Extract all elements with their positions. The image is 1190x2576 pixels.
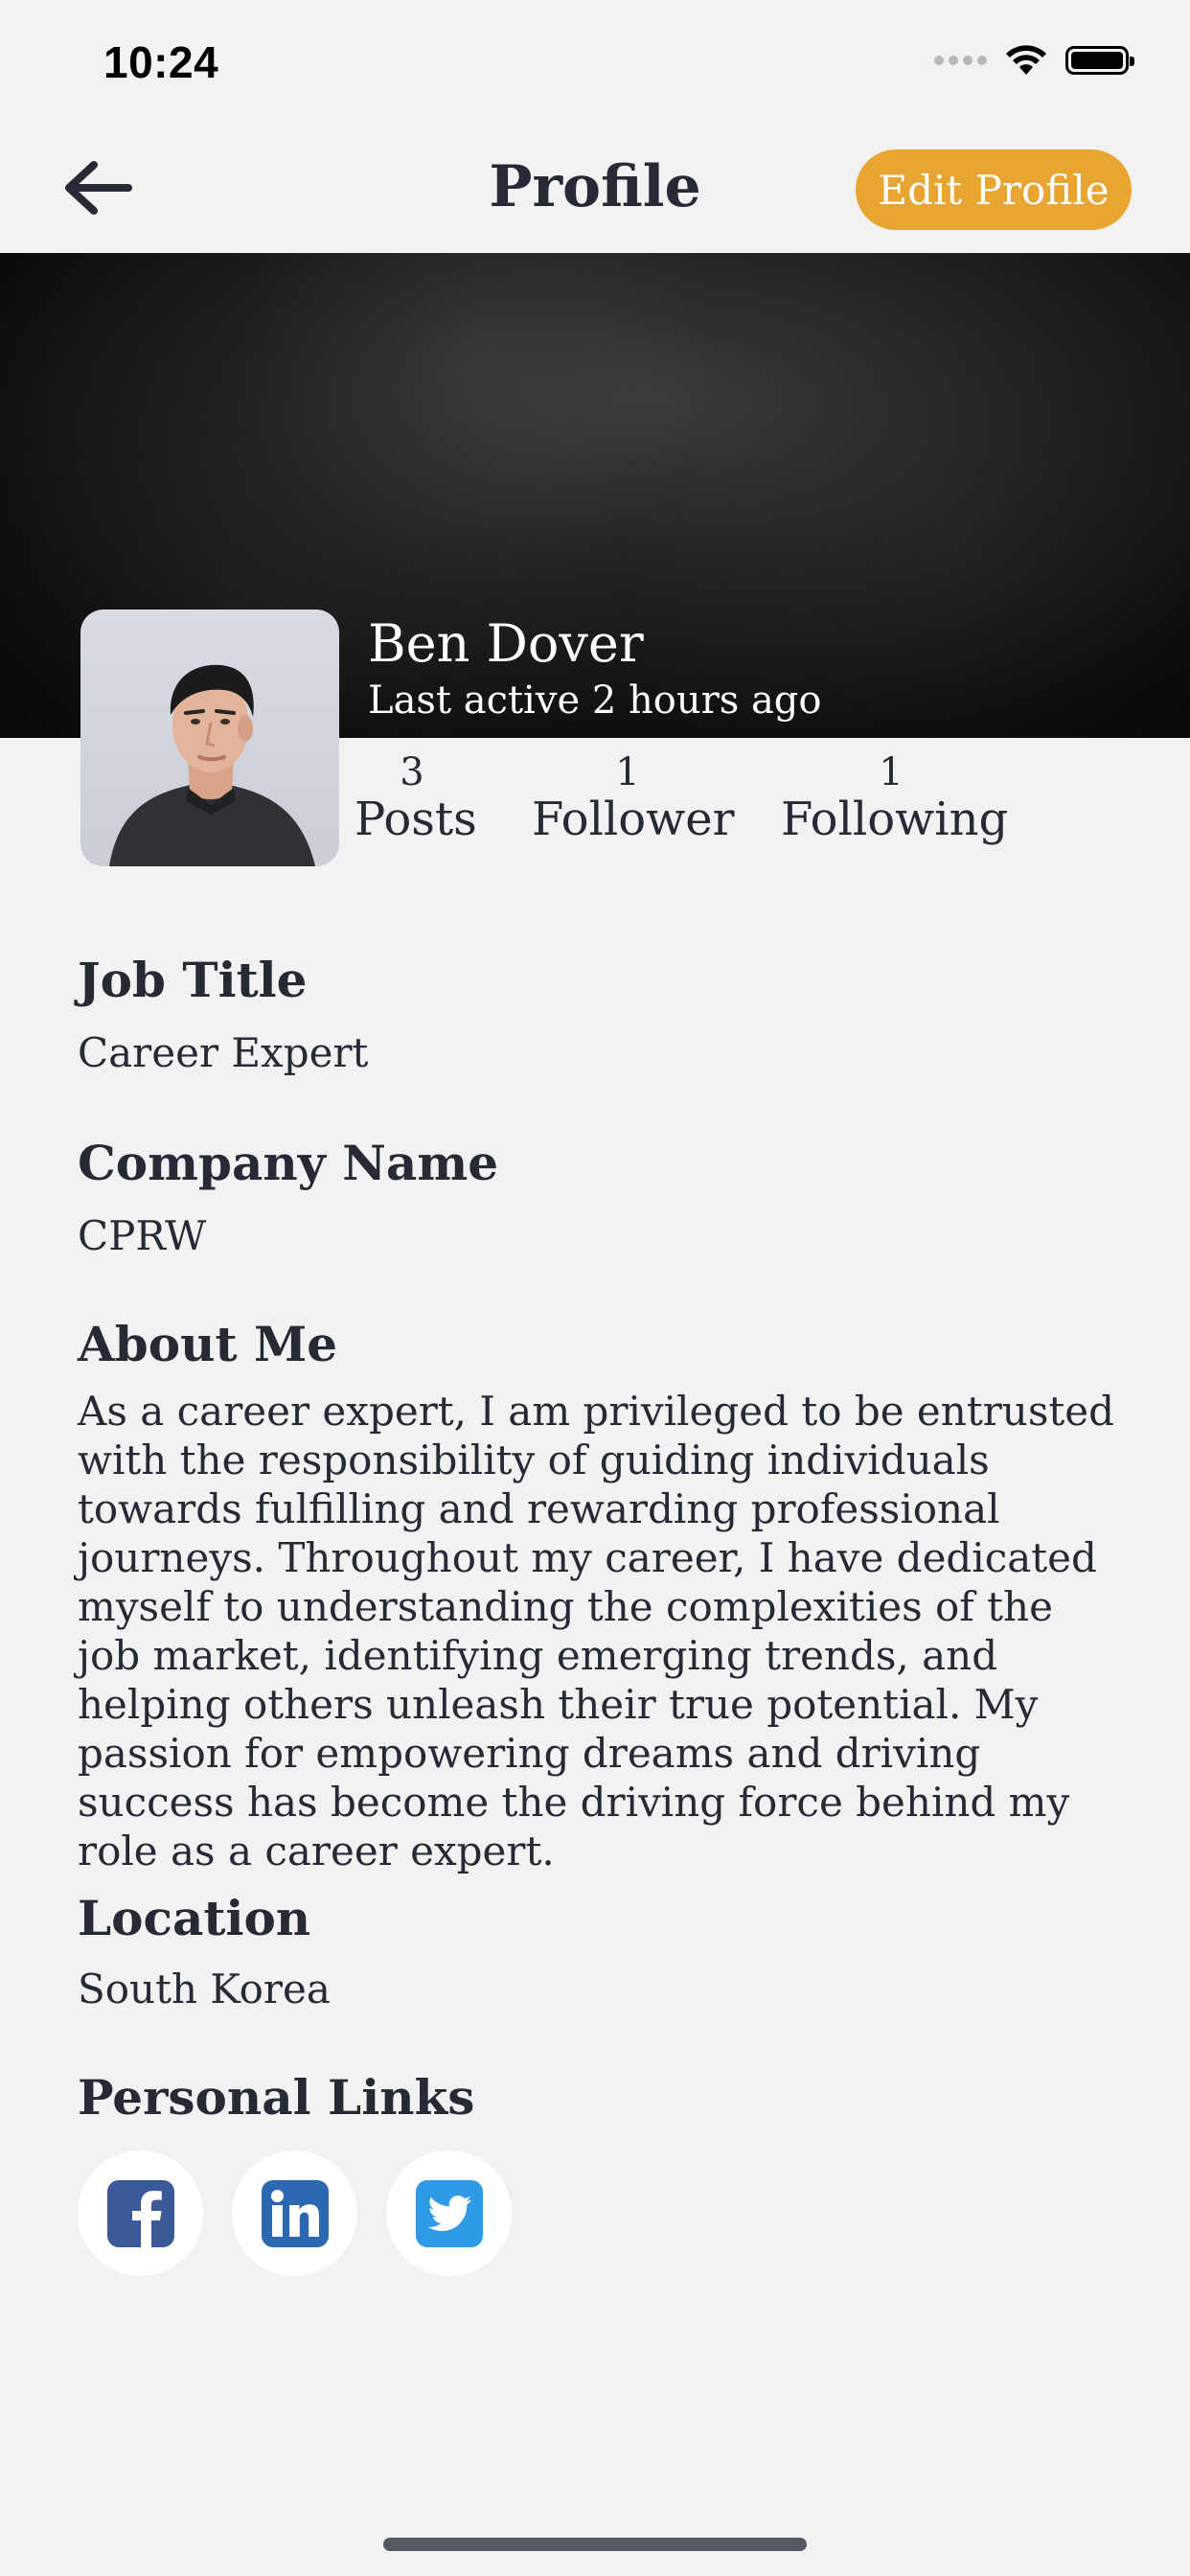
linkedin-link-button[interactable] [232, 2150, 357, 2276]
company-name-value: CPRW [78, 1212, 207, 1259]
wifi-icon [1006, 45, 1046, 75]
facebook-icon [106, 2179, 174, 2247]
home-indicator[interactable] [383, 2538, 807, 2551]
about-me-text: As a career expert, I am privileged to b… [78, 1388, 1115, 1874]
profile-photo [109, 664, 315, 866]
stat-value: 3 [400, 750, 424, 794]
location-value: South Korea [78, 1966, 331, 2012]
battery-icon [1065, 46, 1134, 75]
facebook-link-button[interactable] [78, 2150, 203, 2276]
twitter-link-button[interactable] [386, 2150, 512, 2276]
stat-value: 1 [879, 750, 904, 794]
stat-posts[interactable]: 3 Posts [355, 750, 477, 846]
stat-following[interactable]: 1 Following [781, 750, 1009, 846]
company-section: Company Name CPRW [78, 1135, 1122, 1261]
job-title-value: Career Expert [78, 1029, 369, 1076]
personal-links-section: Personal Links [78, 2069, 1122, 2127]
about-section: About Me As a career expert, I am privil… [78, 1316, 1122, 1875]
stat-label: Follower [532, 793, 735, 846]
app-header: Profile Edit Profile [0, 125, 1190, 253]
status-time: 10:24 [103, 37, 219, 87]
location-section: Location South Korea [78, 1890, 1122, 2014]
status-icons [934, 44, 1134, 77]
linkedin-icon [261, 2179, 329, 2247]
twitter-icon [415, 2179, 483, 2247]
stat-value: 1 [615, 750, 640, 794]
cellular-signal-icon [934, 56, 987, 65]
stat-label: Posts [355, 793, 477, 846]
section-title: About Me [78, 1316, 338, 1372]
section-title: Location [78, 1890, 311, 1946]
section-title: Company Name [78, 1135, 499, 1191]
edit-profile-button[interactable]: Edit Profile [856, 150, 1132, 230]
stat-label: Following [781, 793, 1009, 846]
job-title-section: Job Title Career Expert [78, 952, 1122, 1078]
section-title: Personal Links [78, 2069, 475, 2126]
personal-links-row [78, 2150, 512, 2276]
avatar [80, 610, 339, 866]
section-title: Job Title [78, 952, 308, 1008]
last-active-text: Last active 2 hours ago [368, 678, 822, 723]
stat-followers[interactable]: 1 Follower [532, 750, 735, 846]
status-bar: 10:24 [0, 0, 1190, 125]
user-name: Ben Dover [368, 613, 644, 674]
